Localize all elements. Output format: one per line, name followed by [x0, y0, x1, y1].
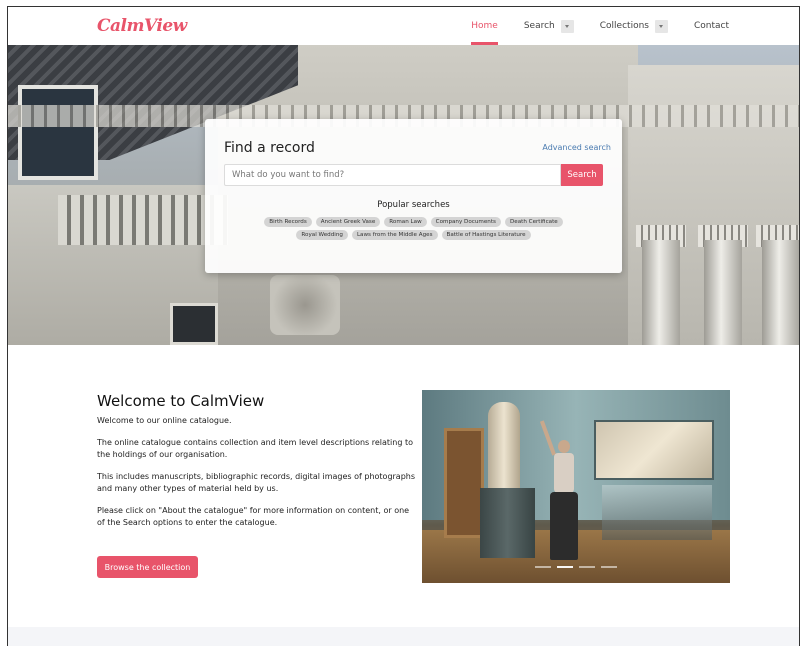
search-input[interactable]	[224, 164, 561, 186]
footer-strip	[8, 627, 799, 646]
hero-column	[704, 240, 742, 345]
nav-item-home[interactable]: Home	[471, 7, 498, 45]
welcome-section: Welcome to CalmView Welcome to our onlin…	[97, 392, 417, 539]
carousel-dot[interactable]	[579, 566, 595, 568]
popular-search-chip[interactable]: Roman Law	[384, 216, 427, 227]
gallery-carousel-image[interactable]	[422, 390, 730, 583]
photo-door	[444, 428, 484, 538]
carousel-dot[interactable]	[601, 566, 617, 568]
photo-pedestal	[480, 488, 535, 558]
browse-collection-button[interactable]: Browse the collection	[97, 556, 198, 578]
chevron-down-icon[interactable]	[560, 19, 574, 33]
popular-search-chip[interactable]: Death Certificate	[504, 216, 563, 227]
photo-visitor-skirt	[550, 492, 578, 560]
welcome-paragraph: This includes manuscripts, bibliographic…	[97, 471, 416, 494]
carousel-dot[interactable]	[557, 566, 573, 568]
nav-item-contact-label: Contact	[693, 21, 729, 31]
carousel-dot[interactable]	[535, 566, 551, 568]
advanced-search-link[interactable]: Advanced search	[542, 143, 611, 152]
hero-window-lower	[170, 303, 218, 345]
nav-item-home-label: Home	[471, 21, 498, 31]
welcome-paragraph: Please click on "About the catalogue" fo…	[97, 505, 410, 528]
calmview-logo[interactable]: CalmView	[97, 16, 187, 36]
popular-search-chip[interactable]: Birth Records	[264, 216, 312, 227]
welcome-paragraph: Welcome to our online catalogue.	[97, 416, 232, 425]
hero-window	[18, 85, 98, 180]
find-record-panel: Find a record Advanced search Search Pop…	[205, 119, 622, 273]
photo-visitor-body	[554, 453, 574, 493]
nav-item-contact[interactable]: Contact	[694, 7, 729, 45]
popular-searches-list: Birth Records Ancient Greek Vase Roman L…	[235, 215, 592, 241]
hero-column	[642, 240, 680, 345]
browser-viewport: CalmView Home Search Collections Contact	[7, 6, 800, 646]
welcome-title: Welcome to CalmView	[97, 392, 265, 410]
popular-search-chip[interactable]: Battle of Hastings Literature	[441, 229, 531, 240]
hero-carving	[270, 275, 340, 335]
nav-item-search[interactable]: Search	[524, 7, 574, 45]
hero-column	[762, 240, 799, 345]
photo-visitor	[539, 420, 578, 560]
welcome-paragraph: The online catalogue contains collection…	[97, 437, 413, 460]
photo-statue	[488, 402, 520, 492]
chevron-down-icon[interactable]	[654, 19, 668, 33]
nav-menu: Home Search Collections Contact	[445, 7, 729, 45]
popular-search-chip[interactable]: Laws from the Middle Ages	[351, 229, 438, 240]
find-record-title: Find a record	[224, 140, 315, 156]
nav-item-search-label: Search	[523, 21, 555, 31]
hero-balustrade	[58, 195, 228, 245]
photo-display-case	[602, 485, 712, 540]
popular-search-chip[interactable]: Ancient Greek Vase	[315, 216, 381, 227]
search-button[interactable]: Search	[561, 164, 603, 186]
photo-visitor-head	[558, 440, 570, 453]
photo-frieze	[594, 420, 714, 480]
popular-searches-title: Popular searches	[377, 200, 450, 210]
nav-item-collections[interactable]: Collections	[600, 7, 668, 45]
carousel-indicators	[422, 566, 730, 568]
top-navbar: CalmView Home Search Collections Contact	[8, 7, 799, 45]
popular-search-chip[interactable]: Royal Wedding	[296, 229, 348, 240]
nav-item-collections-label: Collections	[599, 21, 649, 31]
popular-search-chip[interactable]: Company Documents	[430, 216, 501, 227]
